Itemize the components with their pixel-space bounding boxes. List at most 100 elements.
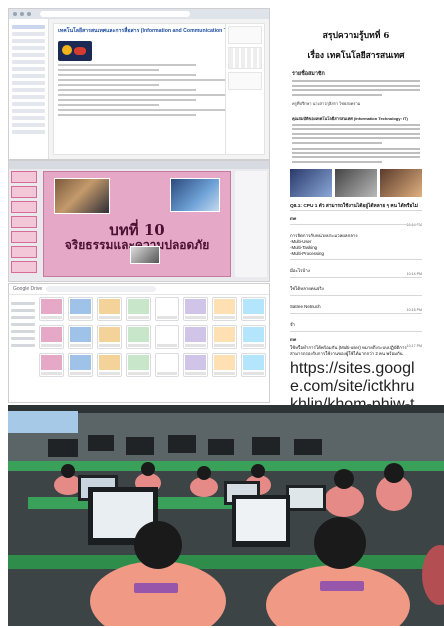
members-heading: รายชื่อสมาชิก [292,71,325,77]
content-text-line [58,94,226,96]
slide-thumbnail[interactable] [11,186,37,198]
logo-shape [62,45,72,55]
slide-thumbnail[interactable] [11,201,37,213]
drive-file-tile[interactable] [241,353,266,377]
drive-file-tile[interactable] [96,353,122,377]
file-preview [69,355,91,370]
member-row [292,89,420,92]
slide-thumbnail[interactable] [11,216,37,228]
sidebar-item[interactable] [12,130,45,134]
sidebar-item[interactable] [12,81,45,85]
sidebar-item[interactable] [12,88,45,92]
current-slide: บทที่ 10 จริยธรรมและความปลอดภัย [43,171,231,277]
sidebar-item[interactable] [12,74,45,78]
drive-file-tile[interactable] [39,297,64,321]
file-preview [214,355,236,370]
window-control-icon [13,12,17,16]
computer-photos [290,168,422,197]
drive-file-tile[interactable] [39,353,64,377]
drive-app-name: Google Drive [13,286,43,292]
drive-file-tile[interactable] [39,325,64,349]
sidebar-item[interactable] [12,102,45,106]
file-preview [185,327,207,342]
drive-nav-item[interactable] [11,316,35,319]
sidebar-item[interactable] [12,46,45,50]
drive-nav-item[interactable] [11,309,35,312]
course-title[interactable]: เทคโนโลยีสารสนเทศและการสื่อสาร (Informat… [58,27,254,35]
file-caption [243,372,264,375]
drive-nav-item[interactable] [11,330,35,333]
presentation-editor-screenshot: บทที่ 10 จริยธรรมและความปลอดภัย [8,160,270,282]
member-row [292,80,420,83]
sidebar-item[interactable] [12,67,45,71]
drive-file-tile[interactable] [212,297,238,321]
file-caption [98,316,120,319]
sidebar-item[interactable] [12,32,45,36]
reference-link[interactable]: https://sites.google.com/site/ictkhrukhl… [290,360,422,408]
drive-file-tile[interactable] [67,297,93,321]
drive-nav-item[interactable] [11,323,35,326]
file-preview [98,299,120,314]
sidebar-item[interactable] [12,123,45,127]
drive-file-tile[interactable] [67,325,93,349]
sidebar-item[interactable] [12,53,45,57]
file-preview [243,327,264,342]
message-sender: me [290,337,297,343]
file-preview [41,327,62,342]
file-caption [156,372,178,375]
slide-photo-laptop [130,246,160,264]
paragraph-line [292,123,420,126]
drive-file-tile[interactable] [154,353,180,377]
slide-thumbnail[interactable] [11,261,37,273]
photo-computer [380,168,422,197]
drive-file-tile[interactable] [96,325,122,349]
chat-message: จ๊า [290,313,422,331]
chat-message: me 10:14 PM [290,209,422,227]
sidebar-item[interactable] [12,60,45,64]
drive-nav-item[interactable] [11,302,35,305]
drive-file-tile[interactable] [241,297,266,321]
drive-file-tile[interactable] [96,297,122,321]
drive-file-tile[interactable] [125,325,151,349]
sidebar-item[interactable] [12,95,45,99]
message-timestamp: 10:17 PM [406,344,422,349]
drive-nav-item[interactable] [11,344,35,347]
intro-paragraph [292,123,420,163]
browser-toolbar [9,9,269,19]
drive-file-tile[interactable] [67,353,93,377]
file-preview [243,299,264,314]
drive-file-tile[interactable] [183,297,209,321]
file-caption [243,344,264,347]
paragraph-line [292,128,420,131]
sidebar-item[interactable] [12,25,45,29]
drive-file-tile[interactable] [154,297,180,321]
slide-thumbnail[interactable] [11,231,37,243]
drive-file-tile[interactable] [154,325,180,349]
slide-thumbnail[interactable] [11,246,37,258]
drive-nav-item[interactable] [11,337,35,340]
sidebar-item[interactable] [12,116,45,120]
sidebar-item[interactable] [12,109,45,113]
drive-file-tile[interactable] [212,353,238,377]
drive-search-input[interactable] [46,286,157,292]
drive-file-tile[interactable] [212,325,238,349]
presentation-side-panel [235,171,267,277]
slide-thumbnail[interactable] [11,171,37,183]
file-caption [185,372,207,375]
file-preview [127,355,149,370]
content-text-line [58,114,196,116]
window-control-icon [20,12,24,16]
sidebar-item[interactable] [12,39,45,43]
address-bar[interactable] [40,11,190,17]
drive-file-tile[interactable] [241,325,266,349]
drive-file-tile[interactable] [125,353,151,377]
drive-file-tile[interactable] [125,297,151,321]
drive-file-tile[interactable] [183,325,209,349]
drive-file-tile[interactable] [183,353,209,377]
calendar-widget[interactable] [228,47,262,69]
file-caption [41,372,62,375]
course-logo [58,41,92,61]
summary-document: สรุปความรู้บทที่ 6 เรื่อง เทคโนโลยีสารสน… [276,8,436,408]
file-preview [214,327,236,342]
side-block [228,26,262,44]
